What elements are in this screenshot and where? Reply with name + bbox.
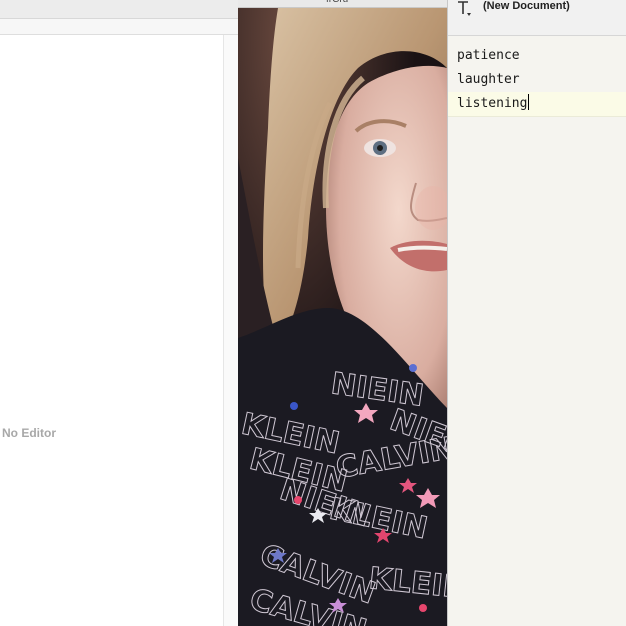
photo-window-titlebar[interactable]: frCru [238, 0, 447, 8]
no-editor-label: No Editor [2, 426, 56, 440]
photo-window-title: frCru [326, 0, 348, 5]
text-cursor-icon[interactable] [456, 0, 472, 17]
text-line[interactable]: patience [448, 44, 626, 68]
text-line-content: laughter [457, 72, 520, 87]
text-line-current[interactable]: listening [448, 92, 626, 117]
scroll-gutter [224, 35, 238, 626]
photo-window[interactable]: frCru [238, 0, 447, 626]
text-line-content: listening [457, 96, 528, 111]
text-line-content: patience [457, 48, 520, 63]
toolbar [0, 0, 238, 19]
document-title: (New Document) [483, 0, 570, 12]
document-titlebar[interactable]: (New Document) [448, 0, 626, 36]
text-caret [528, 94, 530, 110]
editor-area: No Editor [0, 0, 238, 626]
jump-bar [0, 19, 238, 35]
document-window[interactable]: (New Document) patience laughter listeni… [447, 0, 626, 626]
text-line[interactable]: laughter [448, 68, 626, 92]
text-editor[interactable]: patience laughter listening [448, 44, 626, 117]
child-photo: NIEIN KLEIN NIEIN KLEIN CALVIN NIEIN KLE… [238, 8, 447, 626]
